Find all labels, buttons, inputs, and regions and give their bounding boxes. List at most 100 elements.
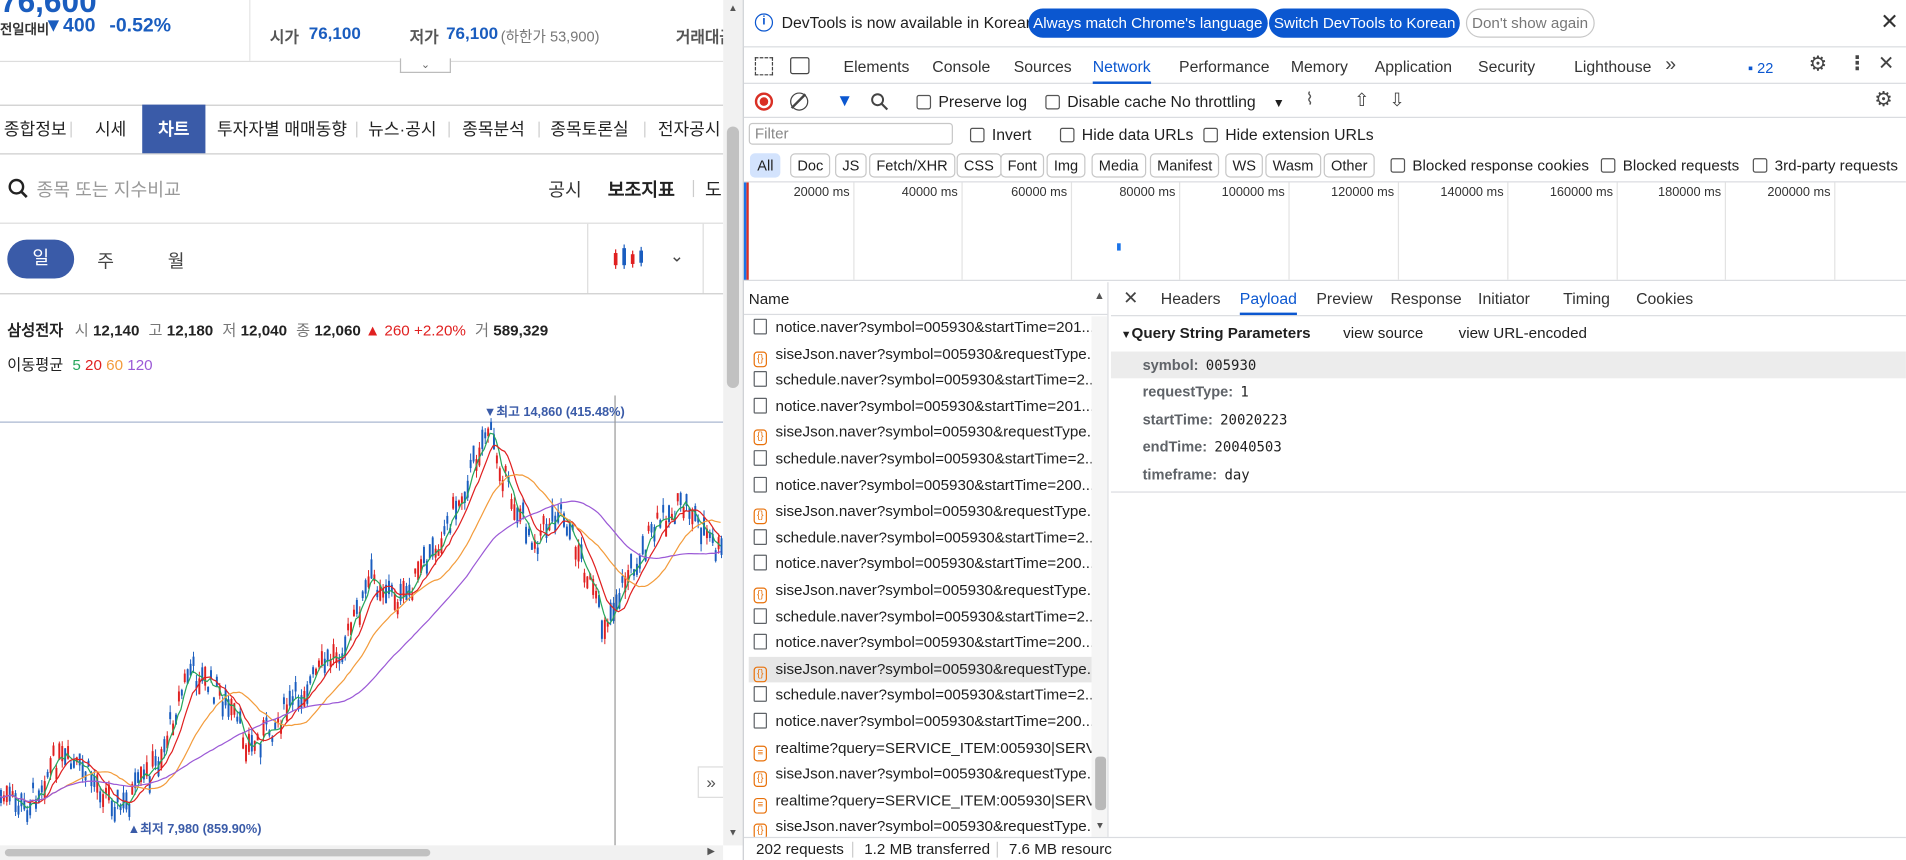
view-url-encoded-link[interactable]: view URL-encoded <box>1459 325 1587 342</box>
search-icon[interactable] <box>870 92 889 111</box>
request-row[interactable]: notice.naver?symbol=005930&startTime=200… <box>749 552 1094 578</box>
request-row[interactable]: ≡ realtime?query=SERVICE_ITEM:005930|SERV… <box>749 735 1094 761</box>
tab-initiator[interactable]: Initiator <box>1478 283 1530 315</box>
request-row[interactable]: notice.naver?symbol=005930&startTime=201… <box>749 315 1094 341</box>
tab-console[interactable]: Console <box>932 50 990 84</box>
more-options-icon[interactable]: ⋮ <box>1848 54 1867 74</box>
sort-arrow-icon[interactable]: ▲ <box>1094 290 1105 302</box>
tab-investor-trend[interactable]: 투자자별 매매동향 <box>213 105 352 154</box>
scroll-down-arrow-icon[interactable]: ▼ <box>728 827 738 838</box>
type-js[interactable]: JS <box>835 153 867 178</box>
tab-application[interactable]: Application <box>1375 50 1452 84</box>
horizontal-scrollbar[interactable]: ▶ <box>0 845 724 860</box>
tab-performance[interactable]: Performance <box>1179 50 1269 84</box>
tab-sources[interactable]: Sources <box>1014 50 1072 84</box>
device-toolbar-icon[interactable] <box>790 57 810 75</box>
period-week-button[interactable]: 주 <box>97 248 114 274</box>
compare-search-input[interactable]: 종목 또는 지수비교 <box>36 176 180 202</box>
type-img[interactable]: Img <box>1046 153 1086 178</box>
invert-checkbox[interactable]: Invert <box>969 125 1031 144</box>
inspect-element-icon[interactable] <box>754 57 774 76</box>
tab-chart[interactable]: 차트 <box>142 104 206 154</box>
issues-icon[interactable]: ▪ 22 <box>1748 58 1773 77</box>
vertical-scroll-thumb[interactable] <box>726 126 740 389</box>
scroll-up-arrow-icon[interactable]: ▲ <box>728 2 738 13</box>
tab-summary[interactable]: 종합정보 <box>0 105 70 154</box>
request-row[interactable]: {} siseJson.naver?symbol=005930&requestTy… <box>749 814 1094 837</box>
indicator-button[interactable]: 보조지표 <box>608 176 675 202</box>
candlestick-chart-icon[interactable] <box>611 243 645 272</box>
tab-memory[interactable]: Memory <box>1291 50 1348 84</box>
filter-input[interactable]: Filter <box>748 122 953 145</box>
request-row[interactable]: notice.naver?symbol=005930&startTime=200… <box>749 630 1094 656</box>
disclosure-toggle[interactable]: 공시 <box>548 176 582 202</box>
tab-disclosure[interactable]: 전자공시 <box>653 105 723 154</box>
request-row[interactable]: {} siseJson.naver?symbol=005930&requestTy… <box>748 656 1094 683</box>
request-row[interactable]: {} siseJson.naver?symbol=005930&requestTy… <box>749 499 1094 525</box>
type-manifest[interactable]: Manifest <box>1149 153 1220 178</box>
disable-cache-checkbox[interactable]: Disable cache <box>1045 92 1166 111</box>
tab-timing[interactable]: Timing <box>1563 283 1610 315</box>
type-media[interactable]: Media <box>1091 153 1146 178</box>
request-row[interactable]: {} siseJson.naver?symbol=005930&requestTy… <box>749 578 1094 604</box>
blocked-requests-checkbox[interactable]: Blocked requests <box>1600 157 1739 174</box>
tab-network[interactable]: Network <box>1092 50 1151 84</box>
filter-icon[interactable]: ▼ <box>836 90 853 109</box>
close-devtools-icon[interactable]: ✕ <box>1878 54 1894 74</box>
export-har-icon[interactable]: ⇩ <box>1389 89 1404 111</box>
settings-gear-icon[interactable]: ⚙ <box>1809 54 1828 75</box>
page-vertical-scrollbar[interactable]: ▲ ▼ <box>723 0 743 846</box>
scroll-right-arrow-icon[interactable]: ▶ <box>707 845 714 856</box>
request-row[interactable]: notice.naver?symbol=005930&startTime=200… <box>749 709 1094 735</box>
name-column-header[interactable]: Name <box>749 291 790 308</box>
tab-news[interactable]: 뉴스·공시 <box>365 105 440 154</box>
request-row[interactable]: notice.naver?symbol=005930&startTime=200… <box>749 473 1094 499</box>
tab-headers[interactable]: Headers <box>1161 283 1221 315</box>
request-row[interactable]: ≡ realtime?query=SERVICE_ITEM:005930|SERV… <box>749 788 1094 814</box>
request-row[interactable]: notice.naver?symbol=005930&startTime=201… <box>749 394 1094 420</box>
tab-discussion[interactable]: 종목토론실 <box>547 105 632 154</box>
network-conditions-icon[interactable]: ⌇ <box>1305 89 1313 110</box>
request-row[interactable]: {} siseJson.naver?symbol=005930&requestTy… <box>749 420 1094 446</box>
expand-toggle-button[interactable]: ⌄ <box>399 58 451 73</box>
request-row[interactable]: schedule.naver?symbol=005930&startTime=2… <box>749 604 1094 630</box>
network-settings-icon[interactable]: ⚙ <box>1874 88 1893 112</box>
chevron-down-icon[interactable]: ⌄ <box>670 246 684 267</box>
clear-icon[interactable] <box>790 92 809 111</box>
drawing-tool-button[interactable]: 도 <box>705 176 722 202</box>
third-party-checkbox[interactable]: 3rd-party requests <box>1752 157 1898 174</box>
tab-analysis[interactable]: 종목분석 <box>457 105 530 154</box>
dont-show-button[interactable]: Don't show again <box>1465 8 1595 38</box>
tab-elements[interactable]: Elements <box>844 50 910 84</box>
record-icon[interactable] <box>754 92 774 111</box>
tab-cookies[interactable]: Cookies <box>1636 283 1693 315</box>
request-row[interactable]: schedule.naver?symbol=005930&startTime=2… <box>749 446 1094 472</box>
close-detail-icon[interactable]: ✕ <box>1123 287 1138 309</box>
match-language-button[interactable]: Always match Chrome's language <box>1028 8 1268 38</box>
throttling-select[interactable]: No throttling ▼ <box>1171 92 1285 110</box>
hide-data-urls-checkbox[interactable]: Hide data URLs <box>1059 125 1193 144</box>
tab-lighthouse[interactable]: Lighthouse <box>1574 50 1651 84</box>
period-day-button[interactable]: 일 <box>7 239 75 279</box>
list-scroll-down-icon[interactable]: ▼ <box>1095 820 1105 831</box>
request-row[interactable]: {} siseJson.naver?symbol=005930&requestTy… <box>749 762 1094 788</box>
search-icon[interactable] <box>7 178 29 200</box>
type-other[interactable]: Other <box>1323 153 1375 178</box>
type-ws[interactable]: WS <box>1225 153 1264 178</box>
tab-payload[interactable]: Payload <box>1239 283 1297 316</box>
switch-korean-button[interactable]: Switch DevTools to Korean <box>1268 8 1461 38</box>
request-row[interactable]: schedule.naver?symbol=005930&startTime=2… <box>749 368 1094 394</box>
more-tabs-icon[interactable]: » <box>1665 55 1676 75</box>
list-scroll-thumb[interactable] <box>1095 756 1107 811</box>
type-all[interactable]: All <box>749 153 781 178</box>
tab-response[interactable]: Response <box>1391 283 1462 315</box>
blocked-cookies-checkbox[interactable]: Blocked response cookies <box>1390 157 1589 174</box>
period-month-button[interactable]: 월 <box>168 248 185 274</box>
chart-scroll-right-button[interactable]: » <box>697 766 724 798</box>
tab-price[interactable]: 시세 <box>80 105 141 154</box>
close-icon[interactable]: ✕ <box>1880 10 1898 36</box>
tab-preview[interactable]: Preview <box>1316 283 1372 315</box>
type-font[interactable]: Font <box>1000 153 1045 178</box>
preserve-log-checkbox[interactable]: Preserve log <box>916 92 1027 111</box>
horizontal-scroll-thumb[interactable] <box>4 849 431 857</box>
